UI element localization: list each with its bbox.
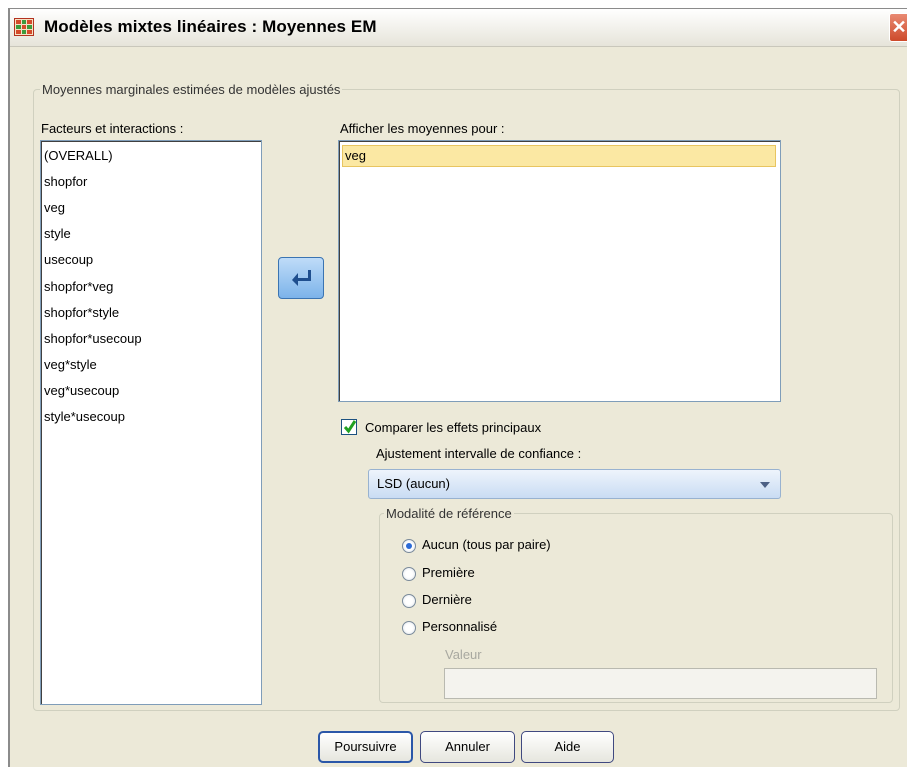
dialog-content: Moyennes marginales estimées de modèles …: [10, 47, 907, 767]
factors-listbox[interactable]: (OVERALL) shopfor veg style usecoup shop…: [40, 140, 262, 705]
factor-item[interactable]: shopfor*style: [44, 300, 119, 326]
title-bar[interactable]: Modèles mixtes linéaires : Moyennes EM ✕: [10, 9, 907, 47]
help-button[interactable]: Aide: [521, 731, 614, 763]
factor-item[interactable]: shopfor: [44, 169, 87, 195]
dialog-window: Modèles mixtes linéaires : Moyennes EM ✕…: [8, 8, 907, 767]
radio-last[interactable]: [402, 594, 416, 608]
reference-category-legend: Modalité de référence: [384, 506, 514, 521]
adjustment-selected-value: LSD (aucun): [377, 476, 450, 491]
display-means-listbox[interactable]: veg: [338, 140, 781, 402]
factor-item[interactable]: shopfor*usecoup: [44, 326, 142, 352]
reference-value-input[interactable]: [444, 668, 877, 699]
arrow-left-icon: [292, 270, 311, 286]
close-icon: ✕: [891, 17, 907, 37]
adjustment-label: Ajustement intervalle de confiance :: [376, 446, 582, 461]
radio-last-label: Dernière: [422, 592, 472, 607]
value-label: Valeur: [445, 647, 482, 662]
compare-main-effects-checkbox[interactable]: [341, 419, 357, 435]
display-means-item[interactable]: veg: [342, 145, 776, 167]
radio-none-label: Aucun (tous par paire): [422, 537, 551, 552]
window-title: Modèles mixtes linéaires : Moyennes EM: [44, 17, 377, 36]
adjustment-dropdown[interactable]: LSD (aucun): [368, 469, 781, 499]
radio-first-label: Première: [422, 565, 475, 580]
continue-button[interactable]: Poursuivre: [318, 731, 413, 763]
factors-label: Facteurs et interactions :: [41, 121, 184, 136]
factor-item[interactable]: shopfor*veg: [44, 274, 113, 300]
factor-item[interactable]: veg: [44, 195, 65, 221]
radio-custom-label: Personnalisé: [422, 619, 498, 634]
radio-custom[interactable]: [402, 621, 416, 635]
app-icon: [14, 18, 34, 36]
factor-item[interactable]: style*usecoup: [44, 404, 125, 430]
factor-item[interactable]: veg*style: [44, 352, 97, 378]
display-means-label: Afficher les moyennes pour :: [340, 121, 505, 136]
factor-item[interactable]: (OVERALL): [44, 143, 113, 169]
radio-first[interactable]: [402, 567, 416, 581]
checkmark-icon: [343, 420, 357, 434]
factor-item[interactable]: usecoup: [44, 247, 93, 273]
chevron-down-icon: [760, 482, 770, 488]
factor-item[interactable]: style: [44, 221, 71, 247]
estimated-means-legend: Moyennes marginales estimées de modèles …: [40, 82, 343, 97]
radio-none[interactable]: [402, 539, 416, 553]
move-to-display-button[interactable]: [278, 257, 324, 299]
factor-item[interactable]: veg*usecoup: [44, 378, 119, 404]
compare-main-effects-label: Comparer les effets principaux: [365, 420, 542, 435]
close-button[interactable]: ✕: [889, 13, 907, 42]
cancel-button[interactable]: Annuler: [420, 731, 515, 763]
